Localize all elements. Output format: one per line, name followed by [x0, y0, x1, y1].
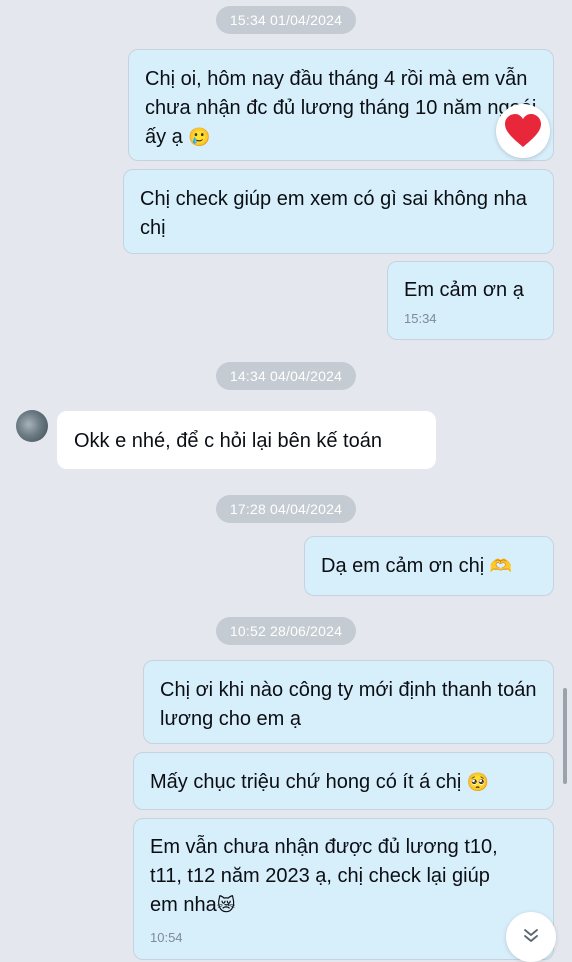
- timestamp-divider: 17:28 04/04/2024: [0, 495, 572, 523]
- message-text: Chị check giúp em xem có gì sai không nh…: [140, 188, 527, 239]
- message-bubble-incoming[interactable]: Okk e nhé, để c hỏi lại bên kế toán: [57, 411, 436, 469]
- message-text: Em vẫn chưa nhận được đủ lương t10, t11,…: [150, 836, 498, 916]
- heart-hands-emoji-icon: 🫶: [489, 556, 513, 577]
- message-bubble-outgoing[interactable]: Em vẫn chưa nhận được đủ lương t10, t11,…: [133, 818, 554, 960]
- heart-reaction-icon[interactable]: [496, 104, 550, 158]
- message-bubble-outgoing[interactable]: Chị check giúp em xem có gì sai không nh…: [123, 169, 554, 254]
- chevron-down-icon: [522, 926, 540, 949]
- message-bubble-outgoing[interactable]: Em cảm ơn ạ 15:34: [387, 261, 554, 340]
- message-bubble-outgoing[interactable]: Chị oi, hôm nay đầu tháng 4 rồi mà em vẫ…: [128, 49, 554, 161]
- message-bubble-outgoing[interactable]: Dạ em cảm ơn chị 🫶: [304, 536, 554, 596]
- scroll-to-bottom-button[interactable]: [506, 912, 556, 962]
- pleading-face-emoji-icon: 🥺: [466, 772, 490, 793]
- message-text: Dạ em cảm ơn chị: [321, 555, 485, 577]
- message-time: 10:54: [150, 930, 183, 945]
- timestamp-divider: 15:34 01/04/2024: [0, 6, 572, 34]
- crying-cat-emoji-icon: 😿: [216, 895, 236, 916]
- timestamp-divider: 14:34 04/04/2024: [0, 362, 572, 390]
- timestamp-divider: 10:52 28/06/2024: [0, 617, 572, 645]
- message-bubble-outgoing[interactable]: Chị ơi khi nào công ty mới định thanh to…: [143, 660, 554, 744]
- crying-smile-emoji-icon: 🥲: [188, 127, 211, 148]
- message-text: Chị ơi khi nào công ty mới định thanh to…: [160, 679, 537, 730]
- scrollbar[interactable]: [563, 688, 567, 784]
- message-text: Em cảm ơn ạ: [404, 279, 524, 301]
- message-time: 15:34: [404, 311, 437, 326]
- message-text: Mấy chục triệu chứ hong có ít á chị: [150, 771, 462, 793]
- avatar[interactable]: [16, 410, 48, 442]
- message-text: Okk e nhé, để c hỏi lại bên kế toán: [74, 430, 382, 452]
- message-bubble-outgoing[interactable]: Mấy chục triệu chứ hong có ít á chị 🥺: [133, 752, 554, 810]
